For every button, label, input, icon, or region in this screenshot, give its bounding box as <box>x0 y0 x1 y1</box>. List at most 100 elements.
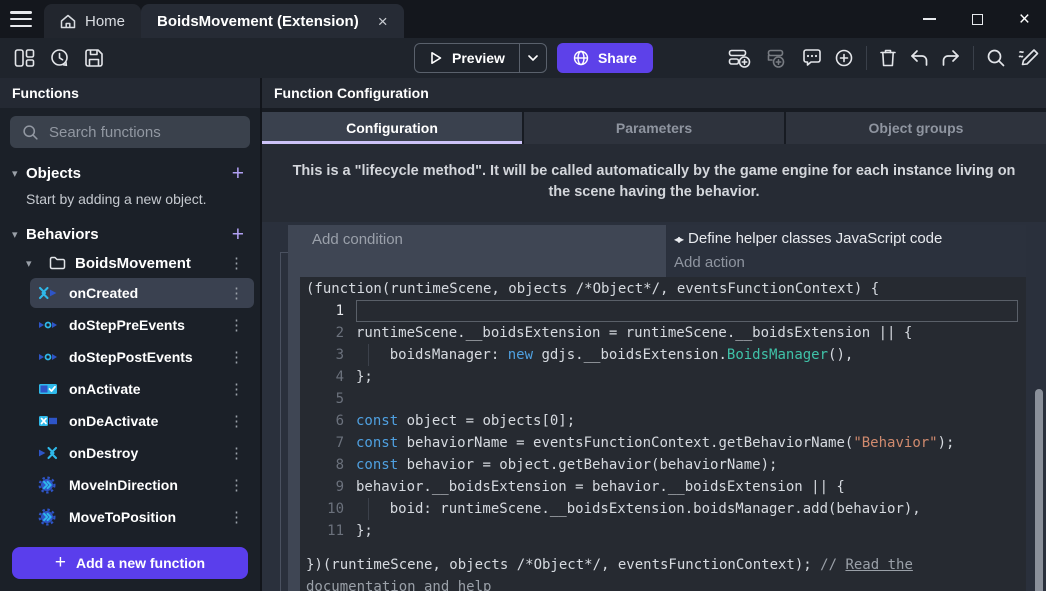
event-action-column: ◂▸ Define helper classes JavaScript code… <box>667 225 1026 277</box>
code-line[interactable]: 2runtimeScene.__boidsExtension = runtime… <box>302 322 1026 344</box>
scene-edit-icon[interactable] <box>1018 48 1040 68</box>
preview-button-group: Preview <box>414 43 547 73</box>
kebab-menu-icon[interactable]: ⋮ <box>229 316 244 334</box>
lifecycle-description-text: This is a "lifecycle method". It will be… <box>282 161 1026 203</box>
function-item-moveindirection[interactable]: MoveInDirection ⋮ <box>30 470 254 500</box>
preview-button[interactable]: Preview <box>415 44 519 72</box>
code-line[interactable]: 9behavior.__boidsExtension = behavior.__… <box>302 476 1026 498</box>
function-item-ondeactivate[interactable]: onDeActivate ⋮ <box>30 406 254 436</box>
add-circle-icon[interactable] <box>834 48 854 68</box>
chevron-down-icon <box>528 55 538 61</box>
objects-label: Objects <box>26 165 232 182</box>
kebab-menu-icon[interactable]: ⋮ <box>229 348 244 366</box>
code-line[interactable]: 8const behavior = object.getBehavior(beh… <box>302 454 1026 476</box>
behavior-folder-boidsmovement[interactable]: ▾ BoidsMovement ⋮ <box>0 249 260 277</box>
lifecycle-step-icon <box>38 318 62 332</box>
caret-down-icon[interactable]: ▾ <box>12 167 26 180</box>
lifecycle-created-icon <box>38 286 62 300</box>
function-item-label: MoveInDirection <box>69 477 229 493</box>
kebab-menu-icon[interactable]: ⋮ <box>229 284 244 302</box>
kebab-menu-icon[interactable]: ⋮ <box>229 380 244 398</box>
add-function-label: Add a new function <box>76 555 205 571</box>
function-item-onactivate[interactable]: onActivate ⋮ <box>30 374 254 404</box>
line-number: 4 <box>302 366 344 388</box>
events-sheet: Add condition ◂▸ Define helper classes J… <box>262 222 1046 591</box>
redo-icon[interactable] <box>941 49 961 67</box>
content: Functions Search functions ▾ Objects + S… <box>0 78 1046 591</box>
add-condition-button[interactable]: Add condition <box>300 225 666 277</box>
close-tab-icon[interactable]: × <box>378 13 388 30</box>
minimize-button[interactable] <box>923 18 936 20</box>
js-event-title[interactable]: ◂▸ Define helper classes JavaScript code <box>667 225 1026 252</box>
add-subevent-icon[interactable] <box>765 48 790 69</box>
undo-icon[interactable] <box>909 49 929 67</box>
function-item-oncreated[interactable]: onCreated ⋮ <box>30 278 254 308</box>
add-event-icon[interactable] <box>728 48 753 69</box>
save-icon[interactable] <box>84 48 104 68</box>
function-gear-icon <box>38 508 62 526</box>
kebab-menu-icon[interactable]: ⋮ <box>229 444 244 462</box>
configuration-tabs: Configuration Parameters Object groups <box>262 112 1046 144</box>
add-action-button[interactable]: Add action <box>667 252 1026 273</box>
code-footer-text: })(runtimeScene, objects /*Object*/, eve… <box>306 557 820 573</box>
tab-home[interactable]: Home <box>44 4 141 38</box>
tab-object-groups[interactable]: Object groups <box>786 112 1046 144</box>
kebab-menu-icon[interactable]: ⋮ <box>229 254 244 272</box>
behaviors-label: Behaviors <box>26 226 232 243</box>
trash-icon[interactable] <box>879 48 897 68</box>
lifecycle-step-icon <box>38 350 62 364</box>
function-item-label: onDeActivate <box>69 413 229 429</box>
code-line[interactable]: 7const behaviorName = eventsFunctionCont… <box>302 432 1026 454</box>
event-body: Add condition ◂▸ Define helper classes J… <box>300 225 1026 591</box>
event-drag-handle[interactable] <box>288 225 300 591</box>
home-icon <box>60 14 76 29</box>
search-functions-input[interactable]: Search functions <box>10 116 250 148</box>
code-line[interactable]: 6const object = objects[0]; <box>302 410 1026 432</box>
line-number: 2 <box>302 322 344 344</box>
add-object-button[interactable]: + <box>232 163 244 184</box>
tab-active-label: BoidsMovement (Extension) <box>157 13 359 30</box>
code-line[interactable]: 10 boid: runtimeScene.__boidsExtension.b… <box>302 498 1026 520</box>
close-window-button[interactable]: × <box>1019 10 1030 29</box>
add-behavior-button[interactable]: + <box>232 224 244 245</box>
line-number: 3 <box>302 344 344 366</box>
code-line[interactable]: 3 boidsManager: new gdjs.__boidsExtensio… <box>302 344 1026 366</box>
toolbar-left-group <box>10 48 104 68</box>
tab-boidsmovement[interactable]: BoidsMovement (Extension) × <box>141 4 404 38</box>
line-number: 7 <box>302 432 344 454</box>
function-item-dostep-pre-events[interactable]: doStepPreEvents ⋮ <box>30 310 254 340</box>
share-button[interactable]: Share <box>557 43 653 73</box>
main-menu-icon[interactable] <box>10 11 32 27</box>
caret-down-icon[interactable]: ▾ <box>12 228 26 241</box>
tab-configuration[interactable]: Configuration <box>262 112 522 144</box>
js-code-editor[interactable]: (function(runtimeScene, objects /*Object… <box>300 277 1026 591</box>
preview-dropdown-button[interactable] <box>520 44 546 72</box>
code-line[interactable]: 11}; <box>302 520 1026 542</box>
section-behaviors[interactable]: ▾ Behaviors + <box>0 219 260 249</box>
search-icon[interactable] <box>986 48 1006 68</box>
kebab-menu-icon[interactable]: ⋮ <box>229 412 244 430</box>
history-icon[interactable] <box>49 48 70 68</box>
function-item-label: onCreated <box>69 285 229 301</box>
function-item-dostep-post-events[interactable]: doStepPostEvents ⋮ <box>30 342 254 372</box>
code-line[interactable]: 4}; <box>302 366 1026 388</box>
tab-parameters[interactable]: Parameters <box>524 112 784 144</box>
kebab-menu-icon[interactable]: ⋮ <box>229 508 244 526</box>
caret-down-icon[interactable]: ▾ <box>26 257 40 270</box>
section-objects[interactable]: ▾ Objects + <box>0 158 260 188</box>
add-function-button[interactable]: + Add a new function <box>12 547 248 579</box>
search-placeholder: Search functions <box>49 124 161 141</box>
add-comment-icon[interactable] <box>802 48 822 68</box>
code-text <box>356 300 1018 322</box>
function-gear-icon <box>38 476 62 494</box>
events-scrollbar[interactable] <box>1035 389 1043 591</box>
function-item-movetoposition[interactable]: MoveToPosition ⋮ <box>30 502 254 532</box>
code-line[interactable]: 1 <box>302 300 1026 322</box>
page-title: Function Configuration <box>274 85 429 101</box>
code-line[interactable]: 5 <box>302 388 1026 410</box>
kebab-menu-icon[interactable]: ⋮ <box>229 476 244 494</box>
project-manager-icon[interactable] <box>14 48 35 68</box>
toolbar-right-group <box>728 38 1040 78</box>
maximize-button[interactable] <box>972 14 983 25</box>
function-item-ondestroy[interactable]: onDestroy ⋮ <box>30 438 254 468</box>
